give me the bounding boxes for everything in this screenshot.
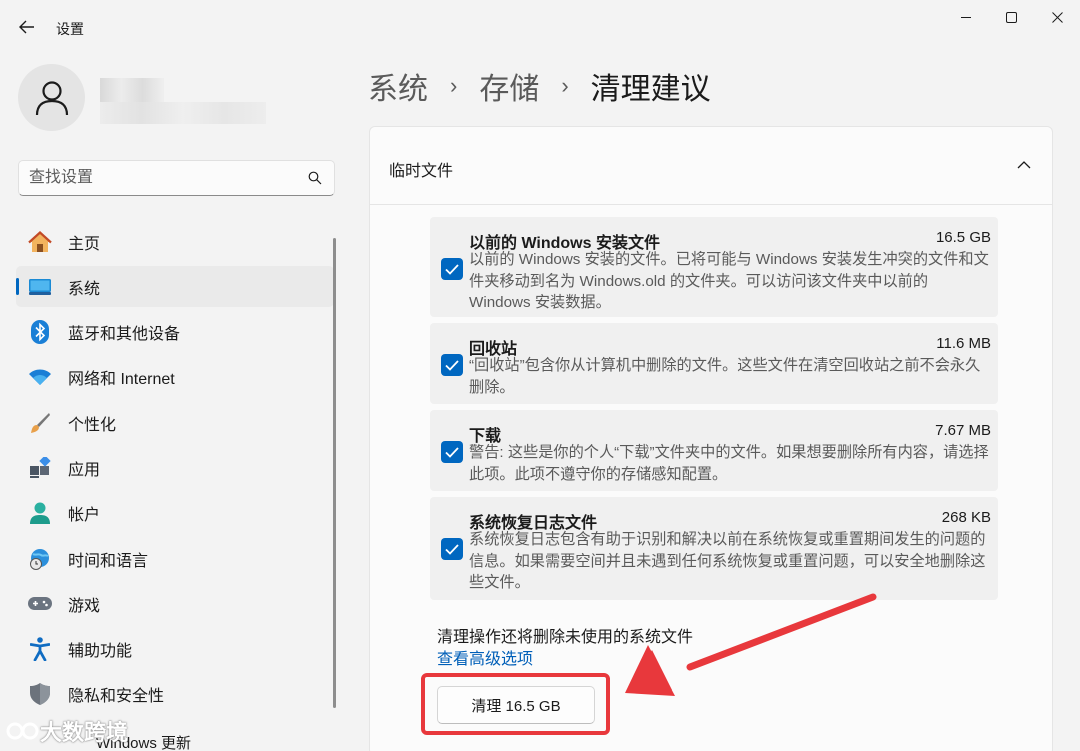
advanced-options-link[interactable]: 查看高级选项 [437, 645, 533, 669]
file-item-size: 16.5 GB [935, 229, 991, 246]
page-title: 清理建议 [590, 73, 711, 106]
sidebar-item-gaming[interactable]: 游戏 [16, 583, 334, 624]
sidebar-item-time-language[interactable]: 时间和语言 [16, 538, 334, 579]
checkbox-system-restore-logs[interactable] [441, 538, 463, 560]
wifi-icon [28, 365, 52, 389]
account-icon [28, 501, 52, 525]
sidebar-item-label: 游戏 [68, 597, 101, 615]
close-button[interactable] [1034, 4, 1080, 30]
cleanup-note: 清理操作还将删除未使用的系统文件 [437, 629, 694, 646]
globe-clock-icon [28, 547, 52, 571]
system-icon [28, 275, 52, 299]
checkbox-recycle-bin[interactable] [441, 354, 463, 376]
search-icon [308, 171, 322, 185]
file-item-system-restore-logs[interactable]: 系统恢复日志文件 268 KB 系统恢复日志包含有助于识别和解决以前在系统恢复或… [430, 497, 998, 600]
sidebar-item-label: 时间和语言 [68, 552, 149, 570]
shield-icon [28, 682, 52, 706]
file-item-description: 系统恢复日志包含有助于识别和解决以前在系统恢复或重置期间发生的问题的信息。如果需… [469, 531, 986, 591]
check-icon [445, 543, 459, 555]
check-icon [445, 263, 459, 275]
file-item-size: 11.6 MB [936, 335, 991, 352]
file-item-size: 268 KB [941, 509, 991, 526]
sidebar-item-label: 系统 [68, 280, 101, 298]
check-icon [445, 359, 459, 371]
search-input[interactable] [29, 167, 299, 189]
temp-files-card: 临时文件 以前的 Windows 安装文件 16.5 GB 以前的 Window… [369, 126, 1053, 751]
checkbox-previous-windows[interactable] [441, 258, 463, 280]
maximize-icon [1005, 11, 1017, 23]
sidebar-item-accessibility[interactable]: 辅助功能 [16, 629, 334, 670]
back-button[interactable] [12, 12, 42, 42]
watermark: 大数跨境 [6, 715, 128, 747]
sidebar-item-system[interactable]: 系统 [16, 266, 334, 308]
search-box[interactable] [18, 160, 335, 196]
arrow-left-icon [19, 20, 34, 34]
breadcrumb-separator: › [450, 73, 458, 98]
avatar[interactable] [18, 64, 85, 131]
file-item-description: 以前的 Windows 安装的文件。已将可能与 Windows 安装发生冲突的文… [469, 251, 989, 311]
check-icon [445, 446, 459, 458]
title-bar: 设置 [0, 0, 1080, 56]
breadcrumb: 系统 › 存储 › 清理建议 [368, 64, 711, 108]
breadcrumb-storage[interactable]: 存储 [479, 64, 539, 108]
file-item-description: “回收站”包含你从计算机中删除的文件。这些文件在清空回收站之前不会永久删除。 [469, 357, 981, 396]
file-item-description: 警告: 这些是你的个人“下载”文件夹中的文件。如果想要删除所有内容，请选择此项。… [469, 444, 989, 483]
file-item-previous-windows[interactable]: 以前的 Windows 安装文件 16.5 GB 以前的 Windows 安装的… [430, 217, 998, 317]
chevron-up-icon[interactable] [1014, 155, 1034, 175]
file-item-recycle-bin[interactable]: 回收站 11.6 MB “回收站”包含你从计算机中删除的文件。这些文件在清空回收… [430, 323, 998, 404]
breadcrumb-system[interactable]: 系统 [368, 64, 428, 108]
sidebar-item-bluetooth[interactable]: 蓝牙和其他设备 [16, 312, 334, 353]
sidebar-nav: 主页 系统 蓝牙和其他设备 网络和 Internet 个性化 应用 帐户 时间和… [16, 221, 334, 719]
minimize-icon [961, 17, 971, 18]
sidebar-item-label: 辅助功能 [68, 643, 133, 661]
sidebar-item-label: 应用 [68, 461, 101, 479]
minimize-button[interactable] [943, 4, 989, 30]
sidebar-scrollbar[interactable] [333, 238, 336, 708]
sidebar-item-label: 主页 [68, 235, 101, 253]
card-title: 临时文件 [389, 163, 454, 180]
checkbox-downloads[interactable] [441, 441, 463, 463]
sidebar-item-home[interactable]: 主页 [16, 221, 334, 262]
home-icon [28, 230, 52, 254]
file-item-size: 7.67 MB [935, 422, 991, 439]
app-title: 设置 [56, 21, 84, 37]
sidebar-item-privacy[interactable]: 隐私和安全性 [16, 674, 334, 715]
sidebar-item-label: 隐私和安全性 [68, 688, 165, 706]
maximize-button[interactable] [988, 4, 1034, 30]
gamepad-icon [28, 592, 52, 616]
card-header[interactable]: 临时文件 [370, 127, 1052, 205]
sidebar-item-apps[interactable]: 应用 [16, 447, 334, 488]
sidebar-item-label: 个性化 [68, 416, 117, 434]
file-item-downloads[interactable]: 下载 7.67 MB 警告: 这些是你的个人“下载”文件夹中的文件。如果想要删除… [430, 410, 998, 491]
sidebar-item-label: 帐户 [68, 507, 101, 525]
user-icon [35, 80, 68, 115]
sidebar-item-label: 网络和 Internet [68, 371, 175, 389]
brush-icon [28, 411, 52, 435]
user-email-blurred [100, 102, 266, 124]
breadcrumb-separator: › [561, 73, 569, 98]
watermark-logo-icon [6, 722, 39, 740]
highlight-box [421, 673, 610, 735]
user-name-blurred [100, 78, 164, 104]
watermark-text: 大数跨境 [40, 720, 129, 745]
close-icon [1051, 11, 1063, 23]
sidebar-item-label: 蓝牙和其他设备 [68, 326, 181, 344]
sidebar-item-accounts[interactable]: 帐户 [16, 493, 334, 534]
bluetooth-icon [28, 320, 52, 345]
accessibility-icon [28, 637, 52, 662]
apps-icon [28, 456, 52, 480]
sidebar-item-personalization[interactable]: 个性化 [16, 402, 334, 443]
sidebar-item-network[interactable]: 网络和 Internet [16, 357, 334, 398]
